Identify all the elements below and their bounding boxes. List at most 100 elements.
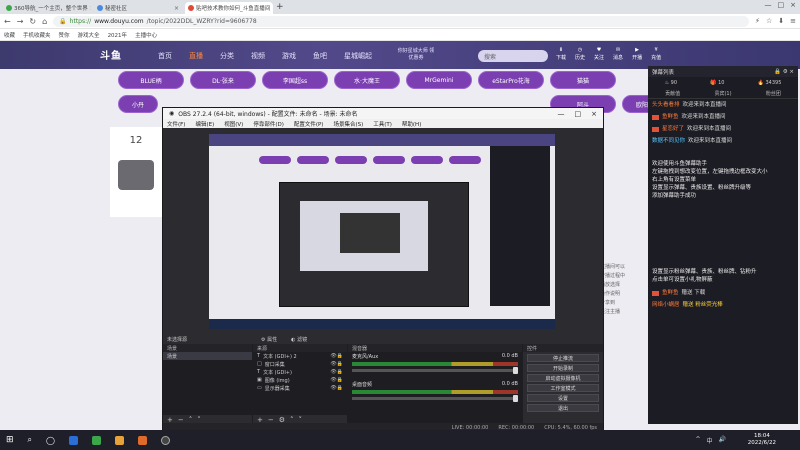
exit-button[interactable]: 退出 [527, 404, 599, 412]
streamer-pill[interactable]: 李国超ss [262, 71, 328, 89]
new-tab-icon[interactable]: + [276, 2, 284, 12]
tab-close-icon[interactable]: × [90, 5, 91, 12]
source-item[interactable]: ▭ 显示器采集 👁🔒 [253, 384, 347, 392]
nav-category[interactable]: 分类 [220, 51, 234, 61]
source-item[interactable]: □ 窗口采集 👁🔒 [253, 360, 347, 368]
tab-fans[interactable]: 粉丝团 [766, 90, 781, 97]
reload-icon[interactable]: ↻ [29, 17, 36, 26]
windows-start-icon[interactable]: ⊞ [6, 435, 14, 445]
eye-icon[interactable]: 👁🔒 [330, 377, 347, 383]
download-icon[interactable]: ⬇ [778, 17, 784, 25]
menu-help[interactable]: 帮助(H) [402, 120, 421, 128]
properties-button[interactable]: ⚙ 属性 [261, 336, 277, 343]
streamer-pill[interactable]: 小丹 [118, 95, 158, 113]
virtual-camera-button[interactable]: 启动虚拟摄像机 [527, 374, 599, 382]
nav-yuba[interactable]: 鱼吧 [313, 51, 327, 61]
scene-item[interactable]: 场景 [163, 352, 252, 360]
obs-title-bar[interactable]: ◉ OBS 27.2.4 (64-bit, windows) - 配置文件: 未… [163, 108, 603, 119]
douyu-logo[interactable]: 斗鱼 [100, 47, 122, 62]
source-item[interactable]: ▣ 图像 (img) 👁🔒 [253, 376, 347, 384]
broadcast-icon[interactable]: ▶ 开播 [632, 47, 642, 61]
streamer-pill[interactable]: 猫猫 [550, 71, 616, 89]
home-icon[interactable]: ⌂ [42, 17, 47, 26]
menu-icon[interactable]: ≡ [790, 17, 796, 25]
browser-360-icon[interactable] [91, 435, 101, 445]
source-item[interactable]: T 文本 (GDI+) 2 👁🔒 [253, 352, 347, 360]
close-icon[interactable]: × [591, 110, 597, 118]
streamer-pill[interactable]: DL·张来 [190, 71, 256, 89]
menu-tools[interactable]: 工具(T) [373, 120, 392, 128]
eye-icon[interactable]: 👁🔒 [330, 353, 347, 359]
chat-user[interactable]: 鱼鲜鱼 [662, 113, 679, 121]
stop-streaming-button[interactable]: 停止推流 [527, 354, 599, 362]
menu-view[interactable]: 视图(V) [224, 120, 243, 128]
ime-icon[interactable]: 中 [707, 436, 713, 445]
nav-video[interactable]: 视频 [251, 51, 265, 61]
extension-icon[interactable]: ⚡ [755, 17, 760, 25]
start-recording-button[interactable]: 开始录制 [527, 364, 599, 372]
browser-tab-1[interactable]: 360导航_一个主页，整个世界 × [3, 2, 91, 14]
explorer-icon[interactable] [114, 435, 124, 445]
download-icon[interactable]: ⬇ 下载 [556, 47, 566, 61]
eye-icon[interactable]: 👁🔒 [330, 361, 347, 367]
bookmark-item[interactable]: 主播中心 [135, 31, 157, 39]
anchor-avatar[interactable] [118, 160, 154, 190]
taskbar-clock[interactable]: 18:04 2022/6/22 [748, 433, 776, 447]
source-item[interactable]: T 文本 (GDI+) 👁🔒 [253, 368, 347, 376]
chat-user[interactable]: 网络小蜗居 [652, 301, 680, 309]
maximize-icon[interactable]: □ [778, 1, 785, 9]
chat-user[interactable]: 鱼鲜鱼 [662, 289, 679, 297]
app-icon[interactable] [137, 435, 147, 445]
minimize-icon[interactable]: — [765, 1, 772, 9]
menu-edit[interactable]: 编辑(E) [195, 120, 214, 128]
slider-handle[interactable] [513, 395, 518, 402]
close-icon[interactable]: × [790, 1, 796, 9]
promo-banner[interactable]: 你好星城大师 领优惠券 [396, 48, 436, 62]
streamer-pill[interactable]: eStarPro花海 [478, 71, 544, 89]
back-icon[interactable]: ← [4, 17, 11, 26]
volume-slider[interactable] [352, 395, 518, 402]
chat-user[interactable]: 头头看看排 [652, 101, 680, 109]
bookmark-item[interactable]: 赞你 [59, 31, 70, 39]
volume-slider[interactable] [352, 367, 518, 374]
settings-button[interactable]: 设置 [527, 394, 599, 402]
streamer-pill[interactable]: MrGemini [406, 71, 472, 89]
tab-contribution[interactable]: 贡献值 [665, 90, 680, 97]
bookmark-item[interactable]: 游戏大全 [78, 31, 100, 39]
search-input[interactable]: 搜索 [478, 50, 548, 62]
url-input[interactable]: 🔒 https://www.douyu.com/topic/2022DDL_WZ… [53, 15, 750, 27]
history-icon[interactable]: ◷ 历史 [575, 47, 585, 61]
lock-icon[interactable]: 🔒 ⚙ × [774, 69, 794, 75]
streamer-pill[interactable]: 水·大魔王 [334, 71, 400, 89]
bookmark-item[interactable]: 2021年 [108, 31, 128, 39]
chat-user[interactable]: 数据不同见你 [652, 137, 685, 145]
bookmark-item[interactable]: 手机收藏夹 [23, 31, 51, 39]
recharge-icon[interactable]: ¥ 充值 [651, 47, 661, 61]
tab-close-icon[interactable]: × [174, 5, 179, 12]
search-icon[interactable]: ⌕ [28, 435, 32, 445]
browser-tab-3[interactable]: 贴吧技术教你如何_斗鱼直播间 × [185, 2, 273, 14]
follow-icon[interactable]: ♥ 关注 [594, 47, 604, 61]
maximize-icon[interactable]: □ [575, 110, 582, 118]
slider-handle[interactable] [513, 367, 518, 374]
task-view-icon[interactable]: ◯ [46, 436, 55, 445]
obs-preview[interactable] [209, 134, 555, 329]
forward-icon[interactable]: → [17, 17, 24, 26]
bookmark-item[interactable]: 收藏 [4, 31, 15, 39]
tab-vip[interactable]: 贵宾(1) [714, 90, 731, 97]
nav-live[interactable]: 直播 [189, 51, 203, 61]
eye-icon[interactable]: 👁🔒 [330, 369, 347, 375]
tray-expand-icon[interactable]: ^ [695, 436, 700, 445]
streamer-pill[interactable]: BLUE柄 [118, 71, 184, 89]
eye-icon[interactable]: 👁🔒 [330, 385, 347, 391]
menu-scene-collection[interactable]: 场景集合(S) [333, 120, 363, 128]
message-icon[interactable]: ✉ 消息 [613, 47, 623, 61]
studio-mode-button[interactable]: 工作室模式 [527, 384, 599, 392]
chat-user[interactable]: 星恋好了 [662, 125, 684, 133]
filters-button[interactable]: ◐ 滤镜 [291, 336, 307, 343]
tab-close-icon[interactable]: × [272, 5, 273, 12]
edge-icon[interactable] [68, 435, 78, 445]
menu-docks[interactable]: 停靠部件(D) [253, 120, 284, 128]
nav-star[interactable]: 星城崛起 [344, 51, 372, 61]
star-icon[interactable]: ☆ [766, 17, 772, 25]
